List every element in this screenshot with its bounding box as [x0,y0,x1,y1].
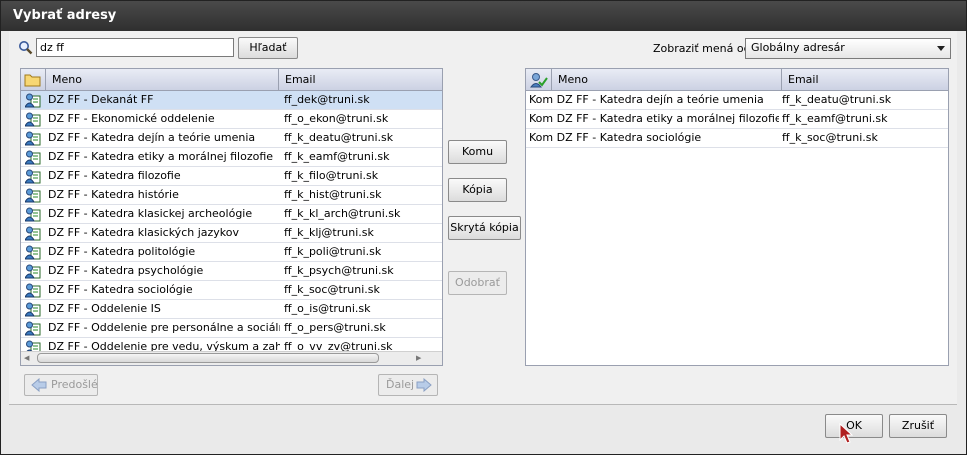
select-addresses-dialog: Vybrať adresy dz ff Hľadať Zobraziť mená… [0,0,967,455]
address-book-select[interactable]: Globálny adresár [745,38,951,59]
contact-icon [25,112,41,127]
horizontal-scroll-thumb[interactable] [37,353,379,363]
result-name: DZ FF - Dekanát FF [48,93,154,106]
result-email: ff_k_deatu@truni.sk [284,131,394,144]
previous-label: Predošlé [51,378,98,391]
result-name: DZ FF - Ekonomické oddelenie [48,112,215,125]
result-row[interactable]: DZ FF - Katedra psychológie ff_k_psych@tr… [21,262,442,281]
result-email: ff_dek@truni.sk [284,93,370,106]
result-name: DZ FF - Oddelenie IS [48,302,161,315]
folder-icon [24,74,41,87]
result-row[interactable]: DZ FF - Katedra histórie ff_k_hist@truni.… [21,186,442,205]
search-input[interactable]: dz ff [36,38,234,57]
contact-icon [25,188,41,203]
previous-button[interactable]: Predošlé [24,374,98,396]
result-row[interactable]: DZ FF - Katedra filozofie ff_k_filo@truni… [21,167,442,186]
results-header: Meno Email [21,69,442,91]
cc-button[interactable]: Kópia [448,178,507,202]
search-icon [19,41,33,55]
result-row[interactable]: DZ FF - Katedra sociológie ff_k_soc@truni… [21,281,442,300]
address-book-value: Globálny adresár [751,41,845,54]
arrow-left-icon [31,377,47,399]
result-row[interactable]: DZ FF - Katedra dejín a teórie umenia ff_… [21,129,442,148]
bcc-button[interactable]: Skrytá kópia [448,216,521,240]
contact-icon [25,150,41,165]
recipients-column-email[interactable]: Email [781,69,948,90]
recipient-row[interactable]: Kom DZ FF - Katedra sociológie ff_k_soc@t… [526,129,948,148]
contact-icon [25,302,41,317]
result-email: ff_k_hist@truni.sk [284,188,382,201]
recipient-email: ff_k_eamf@truni.sk [782,112,888,125]
result-name: DZ FF - Katedra politológie [48,245,196,258]
recipient-row[interactable]: Kom DZ FF - Katedra dejín a teórie umeni… [526,91,948,110]
cancel-button[interactable]: Zrušiť [889,414,947,438]
result-email: ff_k_soc@truni.sk [284,283,380,296]
contact-icon [25,264,41,279]
contact-icon [25,169,41,184]
recipient-row[interactable]: Kom DZ FF - Katedra etiky a morálnej fil… [526,110,948,129]
result-name: DZ FF - Katedra sociológie [48,283,193,296]
contact-icon [25,283,41,298]
scroll-left-icon[interactable]: ◀ [24,353,29,363]
column-header-email[interactable]: Email [278,69,442,90]
contact-icon [25,93,41,108]
result-email: ff_k_kl_arch@truni.sk [284,207,401,220]
recipient-name: Kom DZ FF - Katedra etiky a morálnej fil… [529,112,779,125]
footer-divider [9,404,957,405]
result-email: ff_o_ekon@truni.sk [284,112,389,125]
address-book-label: Zobraziť mená od: [653,42,755,55]
chevron-down-icon [937,46,945,51]
result-row[interactable]: DZ FF - Dekanát FF ff_dek@truni.sk [21,91,442,110]
result-email: ff_o_pers@truni.sk [284,321,386,334]
selected-recipients-list: Meno Email Kom DZ FF - Katedra dejín a t… [525,68,949,366]
contact-icon [25,131,41,146]
column-header-name[interactable]: Meno [45,69,301,90]
recipient-name: Kom DZ FF - Katedra dejín a teórie umeni… [529,93,764,106]
result-row[interactable]: DZ FF - Katedra klasickej archeológie ff_… [21,205,442,224]
result-row[interactable]: DZ FF - Ekonomické oddelenie ff_o_ekon@tr… [21,110,442,129]
contact-icon [25,207,41,222]
result-name: DZ FF - Katedra etiky a morálnej filozof… [48,150,274,163]
recipient-name: Kom DZ FF - Katedra sociológie [529,131,702,144]
result-row[interactable]: DZ FF - Katedra politológie ff_k_poli@tru… [21,243,442,262]
search-results-list: Meno Email DZ FF - Dekanát FF ff_dek@trun… [20,68,443,366]
result-name: DZ FF - Katedra psychológie [48,264,204,277]
result-email: ff_k_poli@truni.sk [284,245,382,258]
recipient-email: ff_k_deatu@truni.sk [782,93,892,106]
recipient-email: ff_k_soc@truni.sk [782,131,878,144]
remove-button[interactable]: Odobrať [448,271,507,295]
to-button[interactable]: Komu [448,140,507,164]
result-name: DZ FF - Katedra dejín a teórie umenia [48,131,256,144]
result-name: DZ FF - Oddelenie pre personálne a sociá… [48,321,280,334]
contact-icon [25,245,41,260]
dialog-title: Vybrať adresy [1,1,966,31]
next-label: Ďalej [386,378,415,391]
recipients-check-icon [530,73,548,88]
result-row[interactable]: DZ FF - Katedra klasických jazykov ff_k_k… [21,224,442,243]
contact-icon [25,321,41,336]
result-name: DZ FF - Katedra filozofie [48,169,181,182]
result-row[interactable]: DZ FF - Katedra etiky a morálnej filozof… [21,148,442,167]
result-row[interactable]: DZ FF - Oddelenie IS ff_o_is@truni.sk [21,300,442,319]
result-email: ff_k_filo@truni.sk [284,169,379,182]
arrow-right-icon [416,377,432,399]
horizontal-scrollbar[interactable]: ◀ ▶ [21,351,442,365]
result-name: DZ FF - Katedra klasických jazykov [48,226,240,239]
ok-button[interactable]: OK [825,414,883,438]
result-email: ff_k_eamf@truni.sk [284,150,390,163]
result-email: ff_k_psych@truni.sk [284,264,394,277]
result-email: ff_k_klj@truni.sk [284,226,374,239]
next-button[interactable]: Ďalej [378,374,438,396]
result-row[interactable]: DZ FF - Oddelenie pre personálne a sociá… [21,319,442,338]
contact-icon [25,226,41,241]
result-name: DZ FF - Katedra histórie [48,188,179,201]
result-email: ff_o_is@truni.sk [284,302,371,315]
recipients-column-name[interactable]: Meno [551,69,783,90]
recipients-header: Meno Email [526,69,948,91]
mouse-cursor-icon [839,423,853,444]
search-button[interactable]: Hľadať [238,37,298,59]
scroll-right-icon[interactable]: ▶ [416,353,421,363]
result-name: DZ FF - Katedra klasickej archeológie [48,207,253,220]
